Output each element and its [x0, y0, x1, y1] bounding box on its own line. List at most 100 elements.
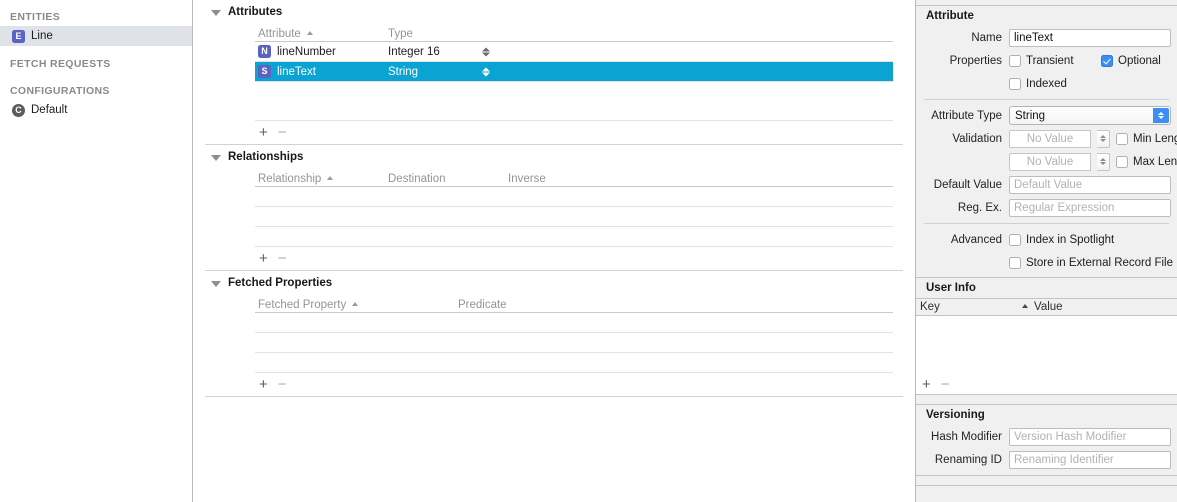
sidebar-group-configurations: CONFIGURATIONS C Default — [0, 82, 192, 120]
attribute-name-cell[interactable]: N lineNumber — [255, 45, 388, 58]
inspector-hash-modifier-row: Hash Modifier Version Hash Modifier — [916, 425, 1177, 448]
column-header-attribute[interactable]: Attribute — [255, 28, 388, 41]
inspector-indexed-row: Indexed — [916, 72, 1177, 95]
table-row-empty[interactable] — [255, 207, 893, 227]
table-row-empty[interactable] — [255, 353, 893, 373]
hash-modifier-label: Hash Modifier — [931, 430, 1002, 443]
max-length-label: Max Length — [1133, 155, 1177, 168]
hash-modifier-input[interactable]: Version Hash Modifier — [1009, 427, 1171, 446]
add-user-info-button[interactable]: + — [922, 377, 931, 392]
sidebar-item-line[interactable]: E Line — [0, 26, 192, 46]
table-row[interactable]: N lineNumber Integer 16 — [255, 42, 893, 62]
inspector-validation-max-row: No Value Max Length — [916, 150, 1177, 173]
sidebar-group-title-fetch-requests: FETCH REQUESTS — [10, 58, 111, 70]
user-info-table-body[interactable] — [916, 316, 1177, 374]
column-header-relationship[interactable]: Relationship — [255, 173, 388, 186]
attributes-section-header[interactable]: Attributes — [193, 0, 915, 24]
inspector-attribute-block: Attribute Name lineText Properties Trans… — [916, 6, 1177, 278]
checkbox-icon[interactable] — [1009, 233, 1021, 246]
column-header-inverse[interactable]: Inverse — [508, 173, 893, 186]
column-header-predicate[interactable]: Predicate — [458, 299, 893, 312]
sidebar-item-default[interactable]: C Default — [0, 100, 192, 120]
attribute-name-cell[interactable]: S lineText — [255, 65, 388, 78]
add-relationship-button[interactable]: + — [259, 251, 268, 266]
inspector-renaming-id-row: Renaming ID Renaming Identifier — [916, 448, 1177, 475]
sidebar-item-label: Default — [31, 104, 68, 116]
name-input[interactable]: lineText — [1009, 28, 1171, 47]
attribute-type-cell[interactable]: String — [388, 66, 498, 78]
sidebar-item-label: Line — [31, 30, 53, 42]
sidebar-group-entities: ENTITIES E Line — [0, 8, 192, 46]
disclosure-triangle-icon[interactable] — [211, 154, 221, 161]
remove-attribute-button[interactable]: − — [278, 125, 287, 140]
checkbox-icon[interactable] — [1116, 132, 1128, 145]
attributes-table-footer: + − — [255, 121, 893, 144]
type-stepper-icon[interactable] — [481, 46, 490, 58]
remove-fetched-property-button[interactable]: − — [278, 377, 287, 392]
renaming-id-input[interactable]: Renaming Identifier — [1009, 450, 1171, 469]
fetched-properties-table-header: Fetched Property Predicate — [255, 295, 893, 313]
index-in-spotlight-checkbox[interactable]: Index in Spotlight — [1009, 233, 1114, 246]
indexed-checkbox[interactable]: Indexed — [1009, 77, 1067, 90]
attribute-type-selected-value: String — [1015, 109, 1046, 122]
default-value-input[interactable]: Default Value — [1009, 175, 1171, 194]
inspector-regex-row: Reg. Ex. Regular Expression — [916, 196, 1177, 219]
column-header-key[interactable]: Key — [920, 301, 1020, 313]
checkbox-checked-icon[interactable] — [1101, 54, 1113, 67]
checkbox-icon[interactable] — [1009, 77, 1021, 90]
relationships-section: Relationships Relationship Destination I… — [193, 145, 915, 271]
column-header-type[interactable]: Type — [388, 28, 498, 41]
disclosure-triangle-icon[interactable] — [211, 9, 221, 16]
renaming-id-label: Renaming ID — [934, 453, 1002, 466]
max-length-checkbox[interactable]: Max Length — [1116, 155, 1177, 168]
inspector-user-info-title: User Info — [926, 282, 976, 294]
store-external-record-checkbox[interactable]: Store in External Record File — [1009, 256, 1173, 269]
max-length-stepper[interactable] — [1097, 152, 1110, 171]
min-length-stepper[interactable] — [1097, 129, 1110, 148]
fetched-properties-section-header[interactable]: Fetched Properties — [193, 271, 915, 295]
user-info-table-footer: + − — [916, 374, 1177, 394]
attribute-type-select[interactable]: String — [1009, 106, 1171, 125]
attribute-type-label: Attribute Type — [931, 109, 1002, 122]
inspector-attribute-type-row: Attribute Type String — [916, 104, 1177, 127]
data-model-inspector: Attribute Name lineText Properties Trans… — [916, 0, 1177, 502]
add-fetched-property-button[interactable]: + — [259, 377, 268, 392]
user-info-block-spacer — [916, 394, 1177, 405]
table-row-empty[interactable] — [255, 82, 893, 101]
min-length-checkbox[interactable]: Min Length — [1116, 132, 1177, 145]
checkbox-icon[interactable] — [1009, 54, 1021, 67]
column-header-fetched-property[interactable]: Fetched Property — [255, 299, 458, 312]
max-length-input[interactable]: No Value — [1009, 152, 1091, 171]
disclosure-triangle-icon[interactable] — [211, 280, 221, 287]
relationships-section-header[interactable]: Relationships — [193, 145, 915, 169]
optional-checkbox[interactable]: Optional — [1101, 54, 1161, 67]
inspector-versioning-title: Versioning — [926, 409, 985, 421]
remove-user-info-button[interactable]: − — [941, 377, 950, 392]
min-length-input[interactable]: No Value — [1009, 129, 1091, 148]
table-row-empty[interactable] — [255, 333, 893, 353]
checkbox-icon[interactable] — [1009, 256, 1021, 269]
sort-ascending-icon — [327, 176, 334, 180]
chevron-updown-icon[interactable] — [1153, 108, 1169, 123]
inspector-properties-row: Properties Transient Optional — [916, 49, 1177, 72]
fetched-properties-table-footer: + − — [255, 373, 893, 396]
table-row-empty[interactable] — [255, 227, 893, 247]
indexed-label: Indexed — [1026, 77, 1067, 90]
relationships-section-title: Relationships — [228, 151, 304, 163]
checkbox-icon[interactable] — [1116, 155, 1128, 168]
configuration-badge-icon: C — [12, 103, 25, 117]
column-header-destination[interactable]: Destination — [388, 173, 508, 186]
table-row-empty[interactable] — [255, 101, 893, 121]
remove-relationship-button[interactable]: − — [278, 251, 287, 266]
inspector-advanced-external-row: Store in External Record File — [916, 251, 1177, 277]
add-attribute-button[interactable]: + — [259, 125, 268, 140]
table-row-empty[interactable] — [255, 187, 893, 207]
table-row-empty[interactable] — [255, 313, 893, 333]
attribute-type-cell[interactable]: Integer 16 — [388, 46, 498, 58]
column-header-value[interactable]: Value — [1034, 301, 1063, 313]
type-stepper-icon[interactable] — [481, 66, 490, 78]
regex-input[interactable]: Regular Expression — [1009, 198, 1171, 217]
validation-label: Validation — [952, 132, 1002, 145]
table-row[interactable]: S lineText String — [255, 62, 893, 82]
transient-checkbox[interactable]: Transient — [1009, 54, 1095, 67]
